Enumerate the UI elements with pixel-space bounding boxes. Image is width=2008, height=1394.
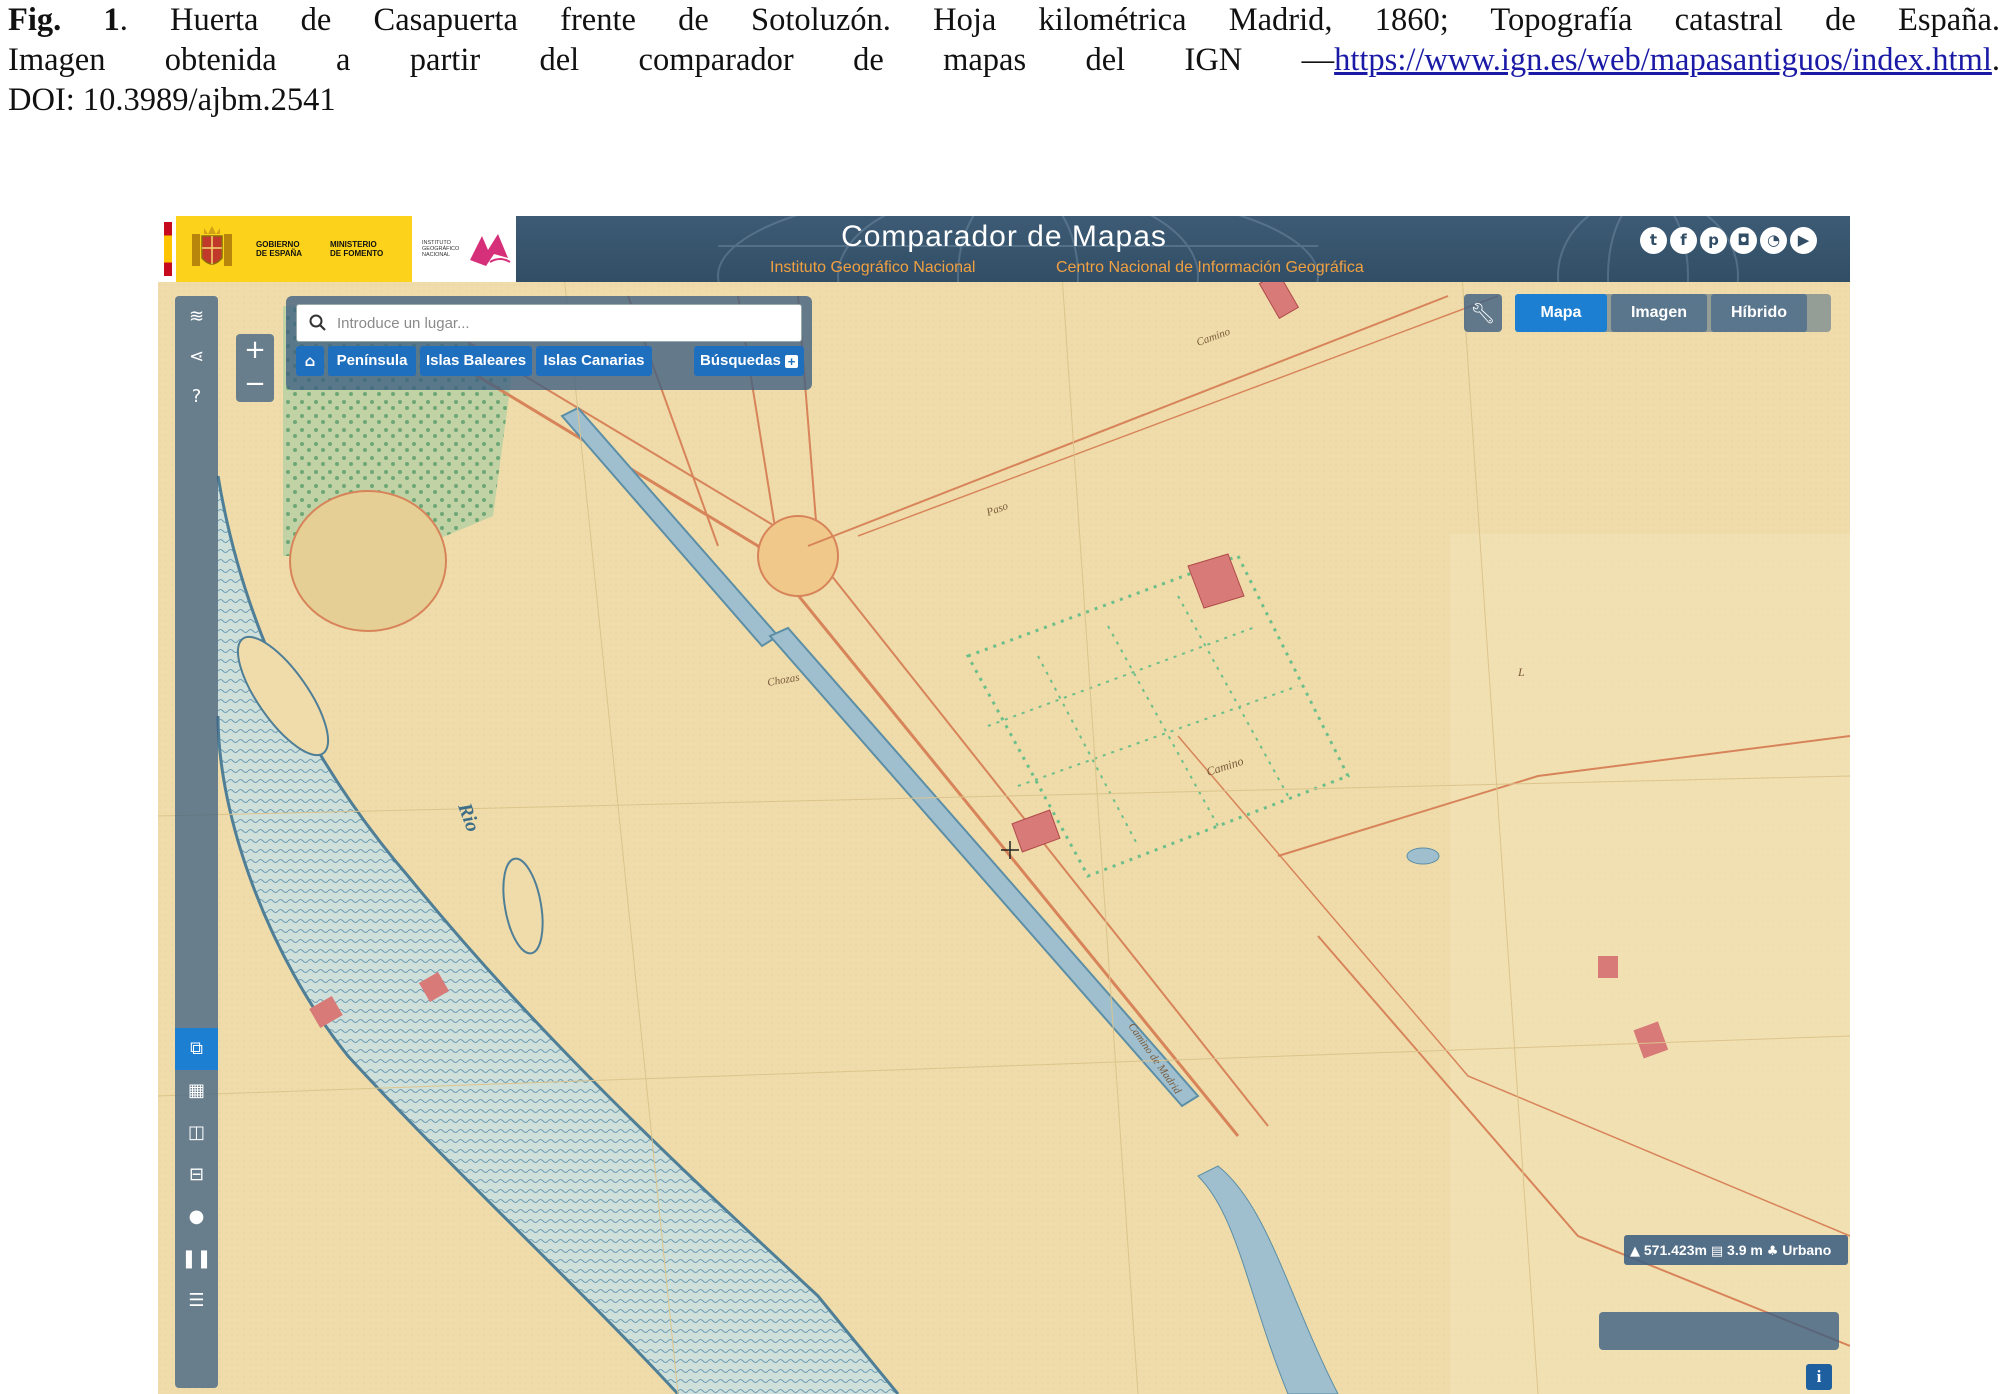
home-button[interactable]: ⌂ bbox=[296, 346, 324, 376]
rss-icon[interactable]: ◔ bbox=[1760, 227, 1787, 254]
map-type-mapa[interactable]: Mapa bbox=[1515, 294, 1607, 332]
altitude-icon: ▲ bbox=[1630, 1244, 1640, 1259]
help-icon[interactable]: ? bbox=[175, 376, 218, 418]
altitude-value: 571.423m bbox=[1643, 1242, 1707, 1258]
app-title: Comparador de Mapas bbox=[841, 220, 1167, 253]
ign-subtitle[interactable]: Instituto Geográfico Nacional bbox=[770, 259, 975, 277]
caption-line-1: Fig. 1. Huerta de Casapuerta frente de S… bbox=[8, 0, 2000, 40]
caption-doi: DOI: 10.3989/ajbm.2541 bbox=[8, 82, 336, 118]
baleares-button[interactable]: Islas Baleares bbox=[420, 346, 532, 376]
social-links: t f p ◘ ◔ ▶ bbox=[1640, 227, 1817, 254]
settings-wrench-icon[interactable]: 🔧︎ bbox=[1464, 294, 1502, 332]
searches-button[interactable]: Búsquedas + bbox=[694, 346, 804, 376]
canarias-button[interactable]: Islas Canarias bbox=[536, 346, 652, 376]
single-view-icon[interactable]: ⧉ bbox=[175, 1028, 218, 1070]
caption-text-1: . Huerta de Casapuerta frente de Sotoluz… bbox=[119, 2, 2000, 38]
horizontal-split-icon[interactable]: ⊟ bbox=[175, 1154, 218, 1196]
pinterest-icon[interactable]: p bbox=[1700, 227, 1727, 254]
map-comparator-window: Paso Chozas Camino Camino Camino de Madr… bbox=[158, 216, 1850, 1394]
status-bar: ▲ 571.423m ▤ 3.9 m ♣ Urbano bbox=[1624, 1235, 1848, 1265]
zoom-out-button[interactable]: − bbox=[236, 368, 274, 402]
instagram-icon[interactable]: ◘ bbox=[1730, 227, 1757, 254]
swipe-horizontal-icon[interactable]: ☰ bbox=[175, 1280, 218, 1322]
share-icon[interactable]: ⋖ bbox=[175, 336, 218, 378]
youtube-icon[interactable]: ▶ bbox=[1790, 227, 1817, 254]
searches-label: Búsquedas bbox=[699, 352, 781, 369]
search-box bbox=[296, 304, 802, 342]
landuse-value: Urbano bbox=[1782, 1242, 1832, 1258]
resolution-value: 3.9 m bbox=[1727, 1242, 1763, 1258]
vertical-split-icon[interactable]: ◫ bbox=[175, 1112, 218, 1154]
plus-icon: + bbox=[785, 355, 799, 368]
search-input[interactable] bbox=[335, 309, 795, 337]
historic-map[interactable]: Paso Chozas Camino Camino Camino de Madr… bbox=[158, 216, 1850, 1394]
lens-view-icon[interactable]: ● bbox=[175, 1196, 218, 1238]
info-icon[interactable]: i bbox=[1806, 1364, 1832, 1390]
ign-link[interactable]: https://www.ign.es/web/mapasantiguos/ind… bbox=[1334, 42, 1992, 78]
peninsula-button[interactable]: Península bbox=[328, 346, 416, 376]
layers-icon[interactable]: ≋ bbox=[175, 296, 218, 338]
zoom-control: + − bbox=[236, 334, 274, 402]
caption-text-2-end: . bbox=[1991, 42, 2000, 78]
facebook-icon[interactable]: f bbox=[1670, 227, 1697, 254]
crosshair-cursor-icon bbox=[1001, 841, 1019, 859]
twitter-icon[interactable]: t bbox=[1640, 227, 1667, 254]
caption-line-2: Imagen obtenida a partir del comparador … bbox=[8, 40, 2000, 80]
resolution-icon: ▤ bbox=[1710, 1244, 1724, 1259]
left-toolbar: ≋ ⋖ ? ⧉ ▦ ◫ ⊟ ● ❚❚ ☰ bbox=[175, 296, 218, 1388]
figure-caption: Fig. 1. Huerta de Casapuerta frente de S… bbox=[8, 0, 2000, 120]
app-header: GOBIERNO DE ESPAÑA MINISTERIO DE FOMENTO… bbox=[158, 216, 1850, 282]
swipe-vertical-icon[interactable]: ❚❚ bbox=[175, 1238, 218, 1280]
map-label-plot: L bbox=[1517, 665, 1525, 679]
quad-view-icon[interactable]: ▦ bbox=[175, 1070, 218, 1112]
search-panel: ⌂ Península Islas Baleares Islas Canaria… bbox=[286, 296, 812, 390]
zoom-in-button[interactable]: + bbox=[236, 334, 274, 368]
figure-label: Fig. 1 bbox=[8, 2, 120, 38]
cnig-subtitle[interactable]: Centro Nacional de Información Geográfic… bbox=[1056, 259, 1364, 277]
caption-text-2: Imagen obtenida a partir del comparador … bbox=[8, 42, 1335, 78]
landuse-icon: ♣ bbox=[1766, 1244, 1779, 1259]
map-type-switcher: Mapa Imagen Híbrido bbox=[1515, 294, 1831, 332]
map-type-imagen[interactable]: Imagen bbox=[1611, 294, 1707, 332]
map-type-hibrido[interactable]: Híbrido bbox=[1711, 294, 1807, 332]
coordinates-panel bbox=[1599, 1312, 1839, 1350]
search-icon bbox=[309, 314, 326, 331]
